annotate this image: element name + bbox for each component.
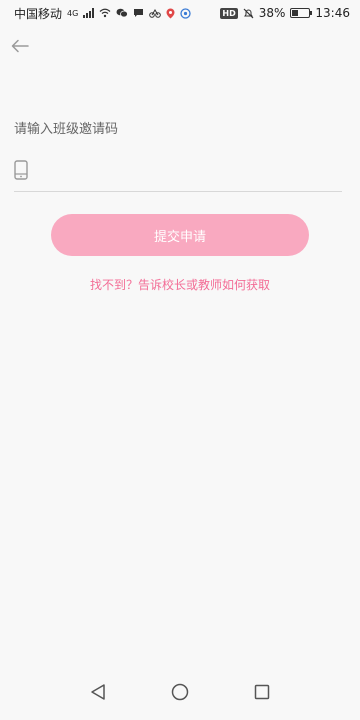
signal-icon [83,8,95,18]
square-recent-icon [254,684,270,700]
arrow-left-icon [11,39,29,53]
nav-recent-button[interactable] [251,681,273,703]
mute-icon [243,8,254,19]
status-left: 中国移动 4G [14,5,191,22]
status-bar: 中国移动 4G HD 38% 13:46 [0,0,360,26]
clock: 13:46 [315,6,350,20]
invite-code-field[interactable] [14,148,342,192]
battery-icon [290,8,313,18]
status-right: HD 38% 13:46 [220,6,350,20]
invite-code-screen: 中国移动 4G HD 38% 13:46 请输入班级邀请码 提交申请 找不到？告… [0,0,360,720]
nav-back-button[interactable] [87,681,109,703]
message-icon [133,8,144,18]
invite-code-input[interactable] [40,154,342,185]
network-label: 4G [67,8,79,18]
wechat-icon [116,8,129,18]
battery-percent: 38% [258,6,286,20]
triangle-back-icon [91,684,105,700]
help-link[interactable]: 找不到？告诉校长或教师如何获取 [0,276,360,293]
system-nav-bar [0,664,360,720]
circle-home-icon [171,683,189,701]
nav-home-button[interactable] [169,681,191,703]
invite-code-prompt: 请输入班级邀请码 [14,122,119,137]
map-pin-icon [166,8,175,19]
bike-icon [149,8,162,18]
battery-level [292,10,299,16]
submit-application-button[interactable]: 提交申请 [51,214,309,256]
phone-icon [14,159,30,181]
wifi-icon [99,8,111,18]
hd-badge: HD [220,7,238,19]
back-button[interactable] [8,34,32,58]
carrier-label: 中国移动 [14,6,63,21]
app-notification-icon [180,7,191,19]
